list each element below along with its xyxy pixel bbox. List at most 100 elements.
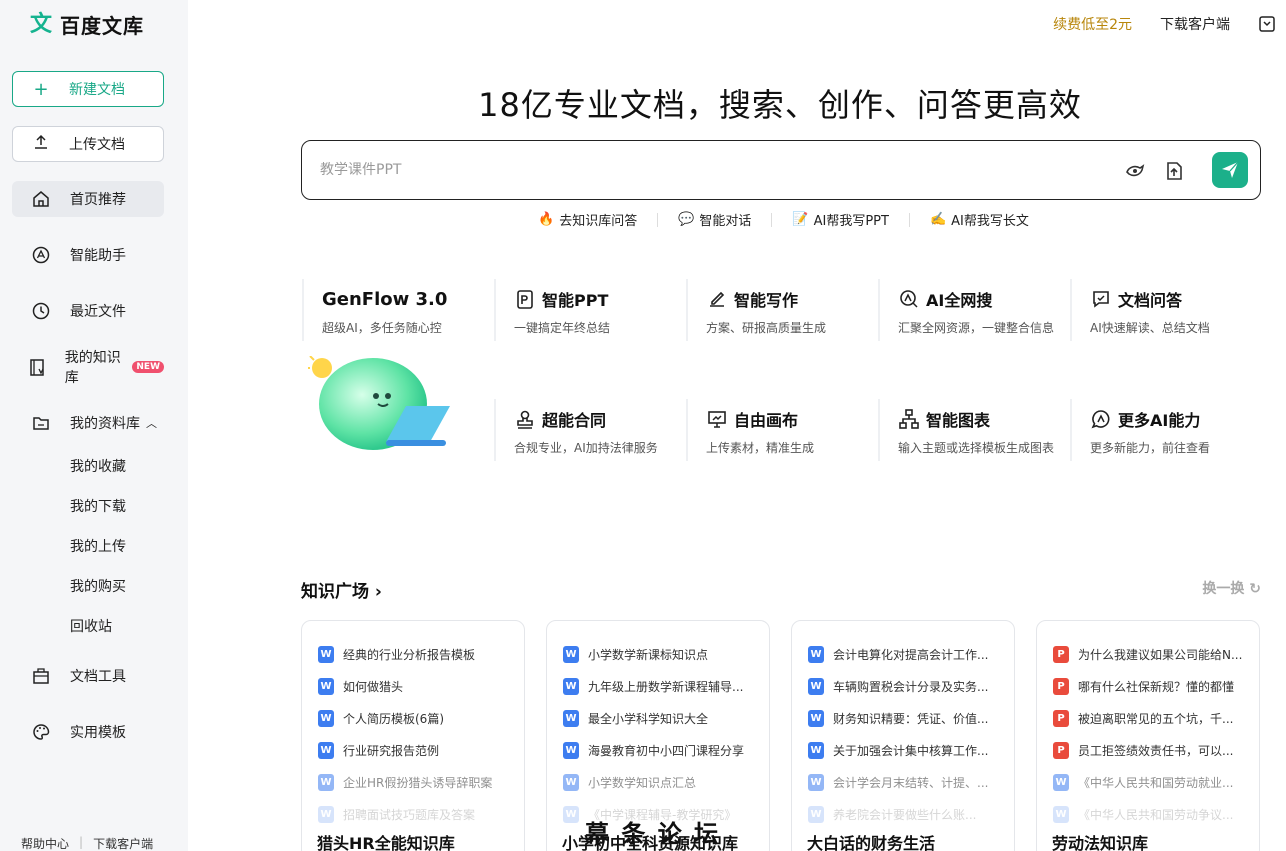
doc-list: W 经典的行业分析报告模板 W 如何做猎头 W 个人简历模板(6篇) W 行业研究报告范… — [302, 621, 524, 830]
list-item[interactable]: W 企业HR假扮猎头诱导辞职案 — [318, 766, 524, 798]
feature-super-contract[interactable]: 超能合同 合规专业，AI加持法律服务 — [494, 399, 679, 461]
doc-title: 行业研究报告范例 — [343, 743, 440, 758]
watermark-text: 幕 条 论 坛 — [585, 819, 721, 848]
list-item[interactable]: P 被迫离职常见的五个坑，千... — [1053, 702, 1259, 734]
sidebar-item-doc-tools[interactable]: 文档工具 — [12, 658, 164, 694]
list-item[interactable]: W 个人简历模板(6篇) — [318, 702, 524, 734]
quick-action-long-article[interactable]: ✍️ AI帮我写长文 — [930, 210, 1029, 229]
section-title: 知识广场 — [301, 582, 369, 602]
word-doc-icon: W — [318, 709, 334, 727]
list-item[interactable]: W 小学数学新课标知识点 — [563, 638, 769, 670]
renewal-promo-link[interactable]: 续费低至2元 — [1053, 14, 1132, 34]
sidebar-subitem-downloads[interactable]: 我的下载 — [70, 496, 126, 516]
doc-title: 《中华人民共和国劳动就业... — [1078, 775, 1234, 790]
feature-title: 更多AI能力 — [1118, 411, 1201, 430]
sidebar-item-ai-assistant[interactable]: 智能助手 — [12, 237, 164, 273]
list-item[interactable]: W 关于加强会计集中核算工作... — [808, 734, 1014, 766]
feature-free-canvas[interactable]: 自由画布 上传素材，精准生成 — [686, 399, 871, 461]
doc-title: 企业HR假扮猎头诱导辞职案 — [343, 775, 493, 790]
list-item[interactable]: W 海曼教育初中小四门课程分享 — [563, 734, 769, 766]
feature-more-ai[interactable]: 更多AI能力 更多新能力，前往查看 — [1070, 399, 1255, 461]
feature-smart-ppt[interactable]: 智能PPT 一键搞定年终总结 — [494, 279, 679, 341]
help-center-link[interactable]: 帮助中心 — [21, 835, 69, 851]
feature-desc: 超级AI，多任务随心控 — [322, 321, 442, 335]
ai-mode-icon[interactable] — [1124, 160, 1146, 182]
upload-file-icon[interactable] — [1163, 160, 1185, 182]
word-doc-icon: W — [563, 805, 579, 823]
doc-title: 会计电算化对提高会计工作... — [833, 647, 989, 662]
knowledge-card[interactable]: W 经典的行业分析报告模板 W 如何做猎头 W 个人简历模板(6篇) W 行业研究报告范… — [301, 620, 525, 851]
card-title: 劳动法知识库 — [1052, 834, 1149, 851]
doc-title: 小学数学新课标知识点 — [588, 647, 709, 662]
refresh-icon: ↻ — [1249, 581, 1261, 597]
doc-title: 个人简历模板(6篇) — [343, 711, 444, 726]
list-item[interactable]: W 养老院会计要做些什么账... — [808, 798, 1014, 830]
doc-title: 哪有什么社保新规？懂的都懂 — [1078, 679, 1235, 694]
quick-action-ppt[interactable]: 📝 AI帮我写PPT — [792, 210, 889, 229]
sidebar-item-label: 智能助手 — [70, 248, 126, 264]
knowledge-square-title[interactable]: 知识广场 › — [301, 577, 382, 602]
ai-bubble-icon — [1091, 410, 1110, 429]
sidebar-item-recent[interactable]: 最近文件 — [12, 293, 164, 329]
feature-title: 文档问答 — [1118, 291, 1183, 310]
quick-divider — [657, 212, 659, 227]
list-item[interactable]: P 员工拒签绩效责任书，可以... — [1053, 734, 1259, 766]
sidebar-item-knowledge-base[interactable]: 我的知识库 NEW — [12, 349, 164, 386]
list-item[interactable]: W 《中华人民共和国劳动就业... — [1053, 766, 1259, 798]
list-item[interactable]: P 为什么我建议如果公司能给N... — [1053, 638, 1259, 670]
send-button[interactable] — [1212, 152, 1248, 188]
feature-smart-writing[interactable]: 智能写作 方案、研报高质量生成 — [686, 279, 871, 341]
feature-ai-web-search[interactable]: AI全网搜 汇聚全网资源，一键整合信息 — [878, 279, 1063, 341]
sidebar-subitem-purchases[interactable]: 我的购买 — [70, 576, 126, 596]
baidu-wenku-logo[interactable]: 文 百度文库 — [30, 10, 144, 39]
sidebar-item-library[interactable]: 我的资料库 ︿ — [12, 405, 164, 441]
list-item[interactable]: W 会计电算化对提高会计工作... — [808, 638, 1014, 670]
search-input[interactable] — [320, 159, 1100, 181]
feature-smart-chart[interactable]: 智能图表 输入主题或选择模板生成图表 — [878, 399, 1063, 461]
knowledge-card[interactable]: W 会计电算化对提高会计工作... W 车辆购置税会计分录及实务... W 财务知识精… — [791, 620, 1015, 851]
feature-genflow[interactable]: GenFlow 3.0 超级AI，多任务随心控 — [302, 279, 487, 341]
feature-title: GenFlow 3.0 — [322, 288, 448, 310]
word-doc-icon: W — [563, 773, 579, 791]
list-item[interactable]: W 如何做猎头 — [318, 670, 524, 702]
quick-action-kb-qa[interactable]: 🔥 去知识库问答 — [538, 210, 637, 229]
feature-desc: AI快速解读、总结文档 — [1090, 321, 1210, 335]
sidebar-subitem-recycle-bin[interactable]: 回收站 — [70, 616, 112, 636]
sidebar-item-templates[interactable]: 实用模板 — [12, 714, 164, 750]
home-icon — [12, 189, 70, 209]
list-item[interactable]: W 招聘面试技巧题库及答案 — [318, 798, 524, 830]
upload-document-button[interactable]: 上传文档 — [12, 126, 164, 162]
doc-title: 海曼教育初中小四门课程分享 — [588, 743, 745, 758]
download-client-button[interactable]: 下载客户端 — [1160, 14, 1230, 34]
quick-action-chat[interactable]: 💬 智能对话 — [678, 210, 751, 229]
knowledge-card[interactable]: P 为什么我建议如果公司能给N... P 哪有什么社保新规？懂的都懂 P 被迫离职常见… — [1036, 620, 1260, 851]
list-item[interactable]: W 小学数学知识点汇总 — [563, 766, 769, 798]
list-item[interactable]: W 车辆购置税会计分录及实务... — [808, 670, 1014, 702]
list-item[interactable]: W 《中华人民共和国劳动争议... — [1053, 798, 1259, 830]
doc-list: W 小学数学新课标知识点 W 九年级上册数学新课程辅导... W 最全小学科学知识大全… — [547, 621, 769, 830]
sidebar-item-home[interactable]: 首页推荐 — [12, 181, 164, 217]
upload-icon — [13, 134, 69, 155]
download-client-link[interactable]: 下载客户端 — [93, 835, 153, 851]
sidebar-subitem-favorites[interactable]: 我的收藏 — [70, 456, 126, 476]
chevron-up-icon[interactable]: ︿ — [146, 415, 157, 431]
top-bar: 续费低至2元 下载客户端 — [1053, 14, 1286, 34]
word-doc-icon: W — [318, 741, 334, 759]
list-item[interactable]: W 九年级上册数学新课程辅导... — [563, 670, 769, 702]
inbox-icon[interactable] — [1258, 15, 1276, 33]
refresh-button[interactable]: 换一换 ↻ — [1202, 578, 1261, 598]
quick-divider — [908, 212, 910, 227]
list-item[interactable]: W 经典的行业分析报告模板 — [318, 638, 524, 670]
list-item[interactable]: W 财务知识精要：凭证、价值... — [808, 702, 1014, 734]
sidebar-subitem-uploads[interactable]: 我的上传 — [70, 536, 126, 556]
list-item[interactable]: W 会计学会月末结转、计提、... — [808, 766, 1014, 798]
sidebar-item-label: 首页推荐 — [70, 192, 126, 208]
list-item[interactable]: W 行业研究报告范例 — [318, 734, 524, 766]
sidebar-item-label: 文档工具 — [70, 669, 126, 685]
word-doc-icon: W — [808, 709, 824, 727]
feature-doc-qa[interactable]: 文档问答 AI快速解读、总结文档 — [1070, 279, 1255, 341]
new-document-button[interactable]: + 新建文档 — [12, 71, 164, 107]
feature-title: 智能写作 — [734, 291, 799, 310]
list-item[interactable]: P 哪有什么社保新规？懂的都懂 — [1053, 670, 1259, 702]
list-item[interactable]: W 最全小学科学知识大全 — [563, 702, 769, 734]
